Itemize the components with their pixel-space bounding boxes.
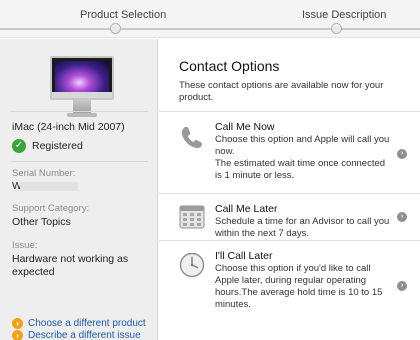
- progress-track: [0, 28, 420, 30]
- sidebar-divider: [10, 161, 148, 162]
- option-ill-call-later[interactable]: I'll Call Later Choose this option if yo…: [159, 240, 420, 340]
- option-call-me-now[interactable]: Call Me Now Choose this option and Apple…: [159, 111, 420, 193]
- issue-value: Hardware not working as expected: [12, 253, 129, 278]
- chevron-right-icon: ›: [397, 149, 407, 159]
- clock-icon: [179, 252, 205, 278]
- option-description: Schedule a time for an Advisor to call y…: [215, 216, 390, 239]
- calendar-icon: [179, 205, 205, 229]
- option-title: I'll Call Later: [215, 250, 273, 262]
- option-description: Choose this option if you'd like to call…: [215, 263, 383, 310]
- describe-different-issue-label: Describe a different issue: [28, 330, 141, 340]
- sidebar-divider: [10, 111, 148, 112]
- option-title: Call Me Later: [215, 203, 278, 215]
- step-product-selection-dot: [110, 23, 121, 34]
- step-product-selection-label: Product Selection: [80, 9, 167, 21]
- choose-different-product-label: Choose a different product: [28, 318, 146, 329]
- chevron-right-icon: ›: [397, 281, 407, 291]
- option-title: Call Me Now: [215, 121, 275, 133]
- contact-options-intro: These contact options are available now …: [179, 80, 384, 103]
- product-name: iMac (24-inch Mid 2007): [12, 121, 125, 133]
- option-description: Choose this option and Apple will call y…: [215, 134, 390, 181]
- step-issue-description-label: Issue Description: [302, 9, 387, 21]
- serial-number-redaction: [20, 182, 78, 191]
- support-category-value: Other Topics: [12, 216, 71, 228]
- describe-different-issue-link[interactable]: › Describe a different issue: [12, 329, 141, 340]
- arrow-right-icon: ›: [12, 318, 23, 329]
- issue-label: Issue:: [12, 240, 38, 251]
- chevron-right-icon: ›: [397, 212, 407, 222]
- progress-bar: Product Selection Issue Description: [0, 0, 420, 38]
- registration-status: ✓ Registered: [12, 139, 83, 153]
- phone-icon: [181, 126, 202, 149]
- arrow-right-icon: ›: [12, 330, 23, 340]
- serial-number-label: Serial Number:: [12, 168, 76, 179]
- registration-status-label: Registered: [32, 140, 83, 152]
- checkmark-icon: ✓: [12, 139, 26, 153]
- step-issue-description-dot: [331, 23, 342, 34]
- contact-options-panel: Contact Options These contact options ar…: [159, 39, 420, 340]
- support-category-label: Support Category:: [12, 203, 90, 214]
- option-call-me-later[interactable]: Call Me Later Schedule a time for an Adv…: [159, 193, 420, 240]
- imac-product-image: [50, 56, 114, 118]
- product-sidebar: iMac (24-inch Mid 2007) ✓ Registered Ser…: [0, 39, 158, 340]
- page-title: Contact Options: [179, 58, 280, 74]
